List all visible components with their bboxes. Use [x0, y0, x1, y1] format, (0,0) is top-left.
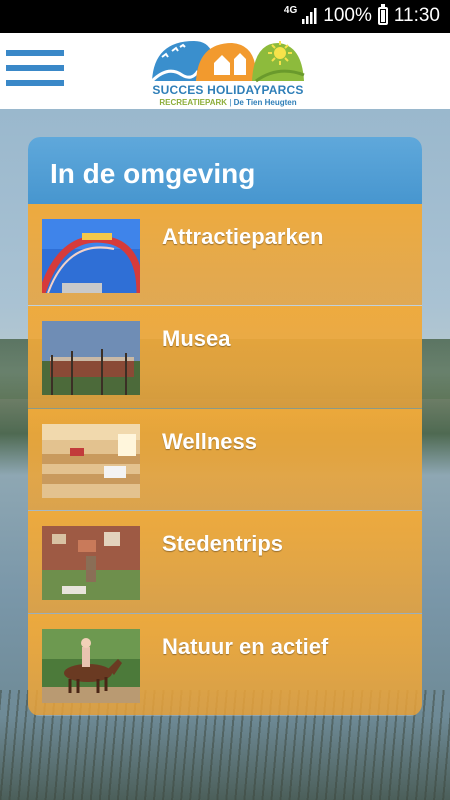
battery-level: 100%: [323, 5, 372, 26]
clock: 11:30: [393, 5, 440, 26]
logo-sub-right: De Tien Heugten: [233, 98, 297, 107]
rollercoaster-photo: [42, 219, 140, 293]
list-item-label: Natuur en actief: [162, 633, 329, 659]
list-item-musea[interactable]: Musea: [28, 306, 422, 409]
logo-brand: SUCCES HOLIDAYPARCS: [152, 83, 304, 97]
list-item-label: Stedentrips: [162, 531, 284, 557]
list-item-wellness[interactable]: Wellness: [28, 408, 422, 512]
list-item-label: Musea: [162, 326, 231, 352]
list-item-label: Attractieparken: [162, 224, 324, 249]
logo-sub-left: RECREATIEPARK: [159, 98, 228, 107]
list-item-stedentrips[interactable]: Stedentrips: [28, 511, 422, 614]
menu-icon[interactable]: [6, 50, 64, 92]
network-type: 4G: [283, 5, 298, 16]
logo: SUCCES HOLIDAYPARCS RECREATIEPARK | De T…: [148, 35, 308, 107]
logo-graphic: [150, 41, 305, 83]
card-header: In de omgeving: [28, 137, 422, 204]
signal-icon: [302, 8, 317, 24]
battery-icon: [377, 4, 388, 25]
card-title: In de omgeving: [50, 158, 256, 189]
list-item-natuur-en-actief[interactable]: Natuur en actief: [28, 613, 422, 716]
city-photo: [42, 526, 140, 601]
app-header: SUCCES HOLIDAYPARCS RECREATIEPARK | De T…: [0, 33, 450, 109]
museum-photo: [42, 321, 140, 396]
horse-riding-photo: [42, 628, 140, 703]
sauna-photo: [42, 423, 140, 498]
status-bar: 4G 100% 11:30: [0, 0, 450, 33]
list-item-label: Wellness: [162, 428, 257, 454]
surroundings-card: In de omgeving Attractieparken Musea Wel…: [28, 137, 422, 716]
list-item-attractieparken[interactable]: Attractieparken: [28, 204, 422, 307]
